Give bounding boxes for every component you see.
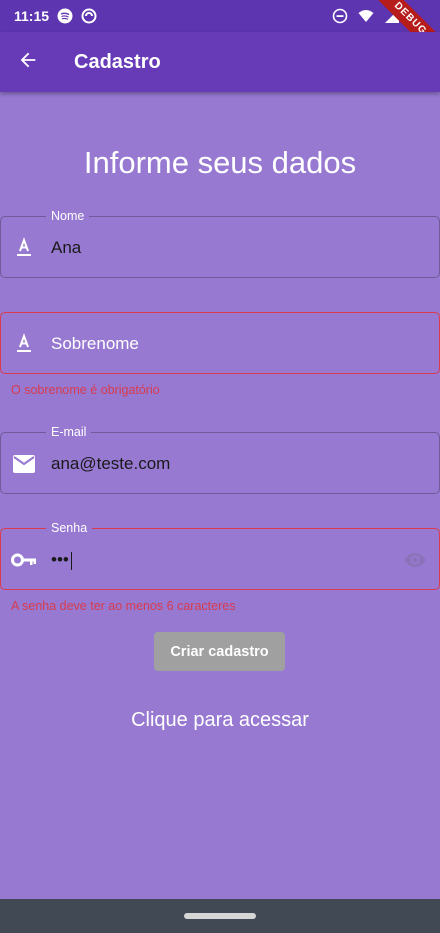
login-link[interactable]: Clique para acessar [0, 709, 440, 732]
arrow-left-icon [17, 49, 39, 75]
senha-field[interactable]: Senha ••• [0, 520, 440, 590]
navigation-bar [0, 899, 440, 933]
nome-label: Nome [46, 208, 90, 224]
page-title: Informe seus dados [83, 145, 357, 180]
app-title: Cadastro [74, 50, 161, 73]
home-gesture-handle[interactable] [184, 913, 256, 919]
sobrenome-placeholder: Sobrenome [51, 334, 139, 353]
email-value: ana@teste.com [51, 454, 171, 473]
wifi-icon [358, 8, 374, 24]
text-format-icon [11, 332, 37, 356]
eye-icon[interactable] [403, 548, 427, 572]
sobrenome-error: O sobrenome é obrigatório [11, 383, 160, 397]
senha-text: ••• [51, 550, 69, 569]
nome-field[interactable]: Nome Ana [0, 208, 440, 278]
key-icon [11, 548, 37, 572]
email-label: E-mail [46, 424, 92, 440]
sync-circle-icon [81, 8, 97, 24]
sobrenome-field[interactable]: Sobrenome [0, 312, 440, 374]
email-field[interactable]: E-mail ana@teste.com [0, 424, 440, 494]
status-time: 11:15 [14, 8, 50, 24]
senha-label: Senha [46, 520, 93, 536]
criar-cadastro-button[interactable]: Criar cadastro [154, 632, 285, 671]
app-bar: Cadastro [0, 32, 440, 92]
back-button[interactable] [0, 32, 56, 92]
senha-error: A senha deve ter ao menos 6 caracteres [11, 599, 236, 613]
do-not-disturb-icon [332, 8, 348, 24]
nome-value: Ana [51, 238, 82, 257]
status-bar: 11:15 DEBUG [0, 0, 440, 68]
text-cursor [70, 551, 73, 570]
mail-icon [11, 452, 37, 476]
spotify-icon [57, 8, 73, 24]
text-format-icon [11, 236, 37, 260]
senha-value: ••• [51, 548, 73, 572]
